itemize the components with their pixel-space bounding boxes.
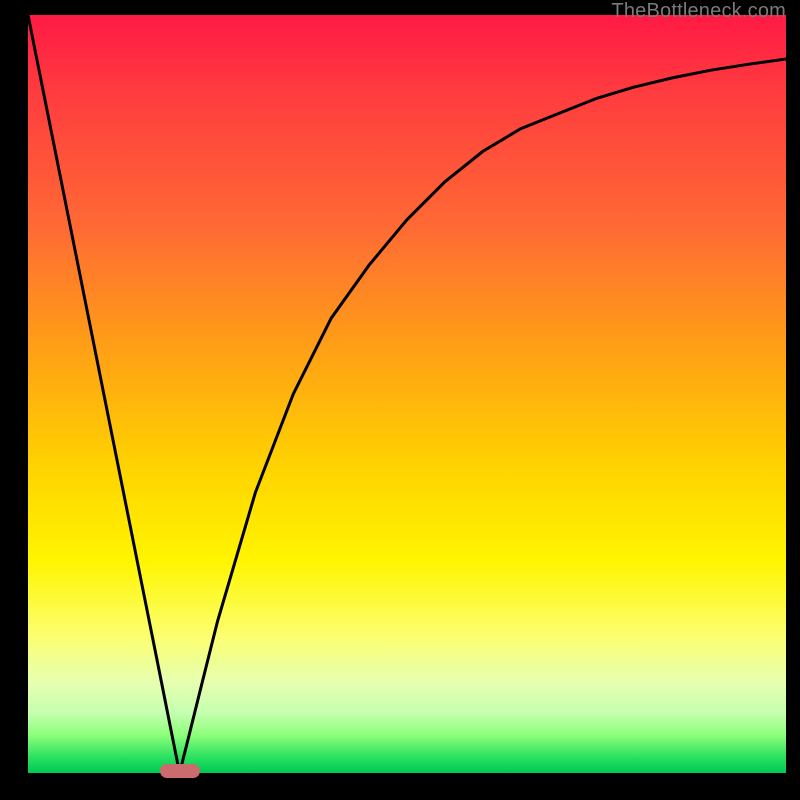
plot-area <box>28 15 786 773</box>
chart-frame: TheBottleneck.com <box>0 0 800 800</box>
bottleneck-curve <box>28 15 786 773</box>
watermark-text: TheBottleneck.com <box>611 0 786 23</box>
optimal-marker <box>160 764 200 778</box>
